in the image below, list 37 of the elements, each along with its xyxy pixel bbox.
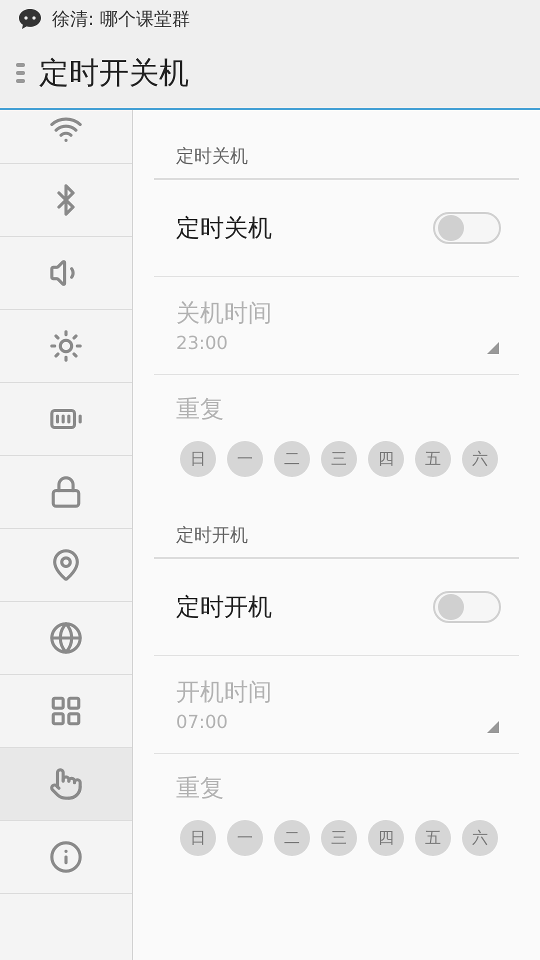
grid-icon bbox=[49, 694, 83, 728]
time-label: 关机时间 bbox=[176, 298, 273, 329]
info-icon bbox=[49, 840, 83, 874]
weekday-toggle[interactable]: 三 bbox=[321, 820, 357, 856]
page-title: 定时开关机 bbox=[39, 54, 189, 92]
switch-label: 定时开机 bbox=[176, 592, 272, 623]
weekday-toggle[interactable]: 五 bbox=[415, 820, 451, 856]
weekday-toggle[interactable]: 二 bbox=[274, 441, 310, 477]
repeat-label: 重复 bbox=[176, 394, 225, 425]
weekday-toggle[interactable]: 三 bbox=[321, 441, 357, 477]
switch-label: 定时关机 bbox=[176, 213, 272, 244]
weekday-toggle[interactable]: 五 bbox=[415, 441, 451, 477]
dropdown-corner-icon bbox=[487, 721, 499, 733]
weekday-toggle[interactable]: 一 bbox=[227, 441, 263, 477]
hand-icon bbox=[49, 767, 83, 801]
sidebar-item[interactable] bbox=[0, 748, 132, 821]
toggle-switch[interactable] bbox=[433, 591, 501, 623]
weekday-toggle[interactable]: 四 bbox=[368, 820, 404, 856]
dropdown-corner-icon bbox=[487, 342, 499, 354]
repeat-label: 重复 bbox=[176, 773, 225, 804]
section-header: 定时关机 bbox=[154, 110, 519, 180]
section-header: 定时开机 bbox=[154, 489, 519, 559]
drawer-handle-icon[interactable] bbox=[16, 63, 25, 83]
sun-icon bbox=[49, 329, 83, 363]
notification-text: 徐清: 哪个课堂群 bbox=[52, 8, 190, 31]
weekday-toggle[interactable]: 日 bbox=[180, 820, 216, 856]
lock-icon bbox=[49, 475, 83, 509]
chat-icon bbox=[18, 8, 42, 30]
globe-icon bbox=[49, 621, 83, 655]
time-label: 开机时间 bbox=[176, 677, 273, 708]
weekday-toggle[interactable]: 六 bbox=[462, 820, 498, 856]
weekday-toggle[interactable]: 二 bbox=[274, 820, 310, 856]
weekday-toggle[interactable]: 六 bbox=[462, 441, 498, 477]
weekday-toggle[interactable]: 四 bbox=[368, 441, 404, 477]
toggle-switch[interactable] bbox=[433, 212, 501, 244]
weekday-toggle[interactable]: 日 bbox=[180, 441, 216, 477]
weekday-toggle[interactable]: 一 bbox=[227, 820, 263, 856]
